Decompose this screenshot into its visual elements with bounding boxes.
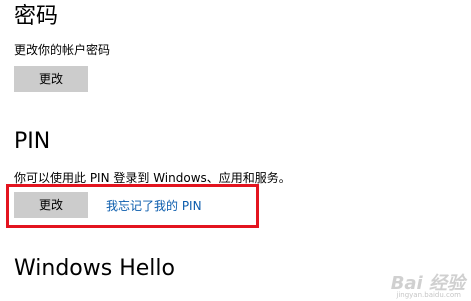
change-pin-button[interactable]: 更改 xyxy=(14,192,88,218)
change-password-button[interactable]: 更改 xyxy=(14,66,88,92)
baidu-watermark-url: jingyan.baidu.com xyxy=(396,291,461,299)
forgot-pin-link[interactable]: 我忘记了我的 PIN xyxy=(106,198,202,214)
password-section-title: 密码 xyxy=(14,4,59,29)
windows-hello-section-title: Windows Hello xyxy=(14,256,175,281)
pin-section-title: PIN xyxy=(14,129,51,154)
password-description: 更改你的帐户密码 xyxy=(14,43,111,57)
